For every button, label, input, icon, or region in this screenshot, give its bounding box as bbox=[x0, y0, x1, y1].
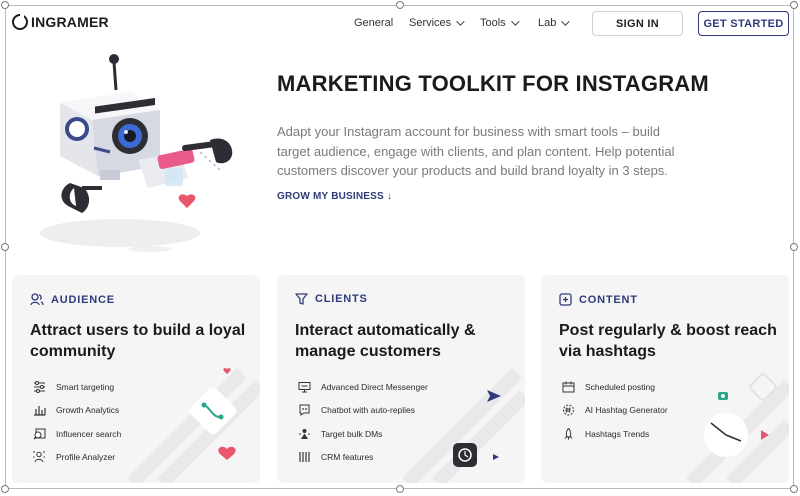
sliders-icon bbox=[32, 380, 46, 394]
ai-hashtag-icon bbox=[561, 403, 575, 417]
calendar-icon bbox=[561, 380, 575, 394]
nav-lab-label: Lab bbox=[538, 17, 557, 29]
content-features: Scheduled posting AI Hashtag Generator H… bbox=[561, 375, 668, 446]
chevron-down-icon bbox=[456, 17, 465, 26]
content-label-text: CONTENT bbox=[579, 293, 638, 306]
grow-business-link[interactable]: GROW MY BUSINESS ↓ bbox=[277, 191, 392, 202]
bar-chart-icon bbox=[32, 403, 46, 417]
resize-handle[interactable] bbox=[1, 485, 9, 493]
resize-handle[interactable] bbox=[1, 243, 9, 251]
rocket-icon bbox=[561, 427, 575, 441]
nav-services-label: Services bbox=[409, 17, 452, 29]
feature-label: Smart targeting bbox=[56, 381, 115, 392]
feature-hashtag-trends[interactable]: Hashtags Trends bbox=[561, 422, 668, 446]
people-icon bbox=[30, 293, 44, 306]
content-card: CONTENT Post regularly & boost reach via… bbox=[541, 275, 789, 483]
site-header: INGRAMER General Services Tools Lab SIGN… bbox=[0, 0, 800, 46]
nav-general-label: General bbox=[354, 17, 394, 29]
clients-features: Advanced Direct Messenger Chatbot with a… bbox=[297, 375, 428, 469]
feature-label: AI Hashtag Generator bbox=[585, 405, 668, 416]
chatbot-icon bbox=[297, 403, 311, 417]
nav-general[interactable]: General bbox=[354, 17, 393, 29]
clients-card: CLIENTS Interact automatically & manage … bbox=[277, 275, 525, 483]
funnel-icon bbox=[295, 293, 308, 305]
feature-scheduled-posting[interactable]: Scheduled posting bbox=[561, 375, 668, 399]
feature-profile-analyzer[interactable]: Profile Analyzer bbox=[32, 446, 121, 470]
feature-direct-messenger[interactable]: Advanced Direct Messenger bbox=[297, 375, 428, 399]
feature-label: Target bulk DMs bbox=[321, 428, 383, 439]
hero-description: Adapt your Instagram account for busines… bbox=[277, 124, 675, 178]
chevron-down-icon bbox=[510, 17, 520, 26]
nav-tools-label: Tools bbox=[480, 17, 506, 29]
brand-logo[interactable]: INGRAMER bbox=[12, 14, 109, 30]
logo-icon bbox=[12, 14, 28, 30]
nav-lab[interactable]: Lab bbox=[538, 17, 571, 29]
columns-icon bbox=[297, 450, 311, 464]
profile-analyzer-icon bbox=[32, 450, 46, 464]
feature-label: Scheduled posting bbox=[585, 381, 655, 392]
feature-chatbot[interactable]: Chatbot with auto-replies bbox=[297, 399, 428, 423]
feature-influencer-search[interactable]: Influencer search bbox=[32, 422, 121, 446]
nav-services[interactable]: Services bbox=[409, 17, 465, 29]
resize-handle[interactable] bbox=[790, 485, 798, 493]
search-profile-icon bbox=[32, 427, 46, 441]
feature-hashtag-generator[interactable]: AI Hashtag Generator bbox=[561, 399, 668, 423]
feature-growth-analytics[interactable]: Growth Analytics bbox=[32, 399, 121, 423]
audience-title: Attract users to build a loyal community bbox=[30, 322, 246, 360]
feature-label: Profile Analyzer bbox=[56, 452, 116, 463]
hero-title: MARKETING TOOLKIT FOR INSTAGRAM bbox=[277, 71, 709, 96]
audience-card: AUDIENCE Attract users to build a loyal … bbox=[12, 275, 260, 483]
feature-bulk-dms[interactable]: Target bulk DMs bbox=[297, 422, 428, 446]
resize-handle[interactable] bbox=[790, 243, 798, 251]
feature-label: CRM features bbox=[321, 452, 374, 463]
clients-label: CLIENTS bbox=[295, 293, 368, 305]
brand-name: INGRAMER bbox=[31, 14, 109, 30]
plus-square-icon bbox=[559, 293, 572, 306]
content-title: Post regularly & boost reach via hashtag… bbox=[559, 322, 777, 360]
sign-in-button[interactable]: SIGN IN bbox=[592, 11, 683, 36]
resize-handle[interactable] bbox=[396, 485, 404, 493]
feature-label: Chatbot with auto-replies bbox=[321, 405, 416, 416]
robot-illustration bbox=[40, 54, 233, 252]
monitor-message-icon bbox=[297, 380, 311, 394]
get-started-button[interactable]: GET STARTED bbox=[698, 11, 789, 36]
clients-label-text: CLIENTS bbox=[315, 293, 368, 305]
audience-label: AUDIENCE bbox=[30, 293, 115, 306]
chevron-down-icon bbox=[561, 17, 571, 26]
audience-label-text: AUDIENCE bbox=[51, 293, 115, 306]
target-users-icon bbox=[297, 427, 311, 441]
feature-crm[interactable]: CRM features bbox=[297, 446, 428, 470]
feature-smart-targeting[interactable]: Smart targeting bbox=[32, 375, 121, 399]
nav-tools[interactable]: Tools bbox=[480, 17, 520, 29]
feature-label: Advanced Direct Messenger bbox=[321, 381, 428, 392]
feature-label: Growth Analytics bbox=[56, 405, 120, 416]
feature-label: Hashtags Trends bbox=[585, 428, 650, 439]
audience-features: Smart targeting Growth Analytics Influen… bbox=[32, 375, 121, 469]
clients-title: Interact automatically & manage customer… bbox=[295, 322, 476, 360]
content-label: CONTENT bbox=[559, 293, 638, 306]
feature-label: Influencer search bbox=[56, 428, 122, 439]
